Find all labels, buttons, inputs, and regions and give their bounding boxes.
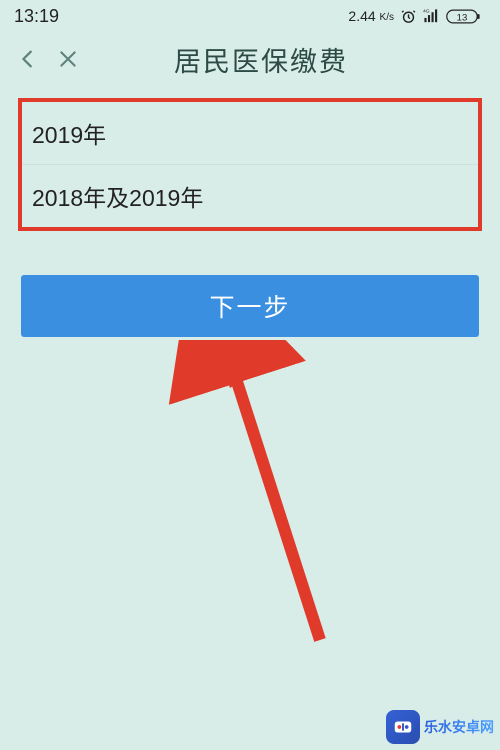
signal-icon: 4G	[423, 7, 440, 25]
watermark-text: 乐水安卓网	[424, 717, 494, 737]
battery-icon: 13	[446, 7, 486, 25]
status-bar: 13:19 2.44 K/s 4G 13	[0, 0, 500, 30]
svg-text:4G: 4G	[423, 8, 430, 14]
spacer	[18, 231, 482, 275]
annotation-arrow-icon	[120, 340, 340, 660]
option-2019[interactable]: 2019年	[22, 102, 478, 165]
alarm-icon	[400, 7, 417, 25]
status-right-cluster: 2.44 K/s 4G 13	[348, 7, 486, 25]
close-button[interactable]	[48, 39, 88, 79]
close-icon	[58, 49, 78, 69]
next-button[interactable]: 下一步	[21, 275, 479, 337]
option-2018-2019[interactable]: 2018年及2019年	[22, 165, 478, 227]
watermark: 乐水安卓网	[386, 710, 494, 744]
net-speed: 2.44 K/s	[348, 8, 394, 24]
option-label: 2019年	[32, 122, 106, 148]
chevron-left-icon	[17, 48, 39, 70]
back-button[interactable]	[8, 39, 48, 79]
options-highlight-box: 2019年 2018年及2019年	[18, 98, 482, 231]
page-title: 居民医保缴费	[88, 40, 434, 79]
next-button-label: 下一步	[209, 288, 290, 324]
nav-bar: 居民医保缴费	[0, 30, 500, 88]
watermark-logo-icon	[386, 710, 420, 744]
net-speed-value: 2.44	[348, 8, 375, 24]
battery-text: 13	[457, 12, 468, 23]
main-content: 2019年 2018年及2019年 下一步	[0, 88, 500, 337]
status-time: 13:19	[14, 6, 59, 27]
option-label: 2018年及2019年	[32, 185, 203, 211]
net-speed-unit: K/s	[380, 12, 394, 23]
